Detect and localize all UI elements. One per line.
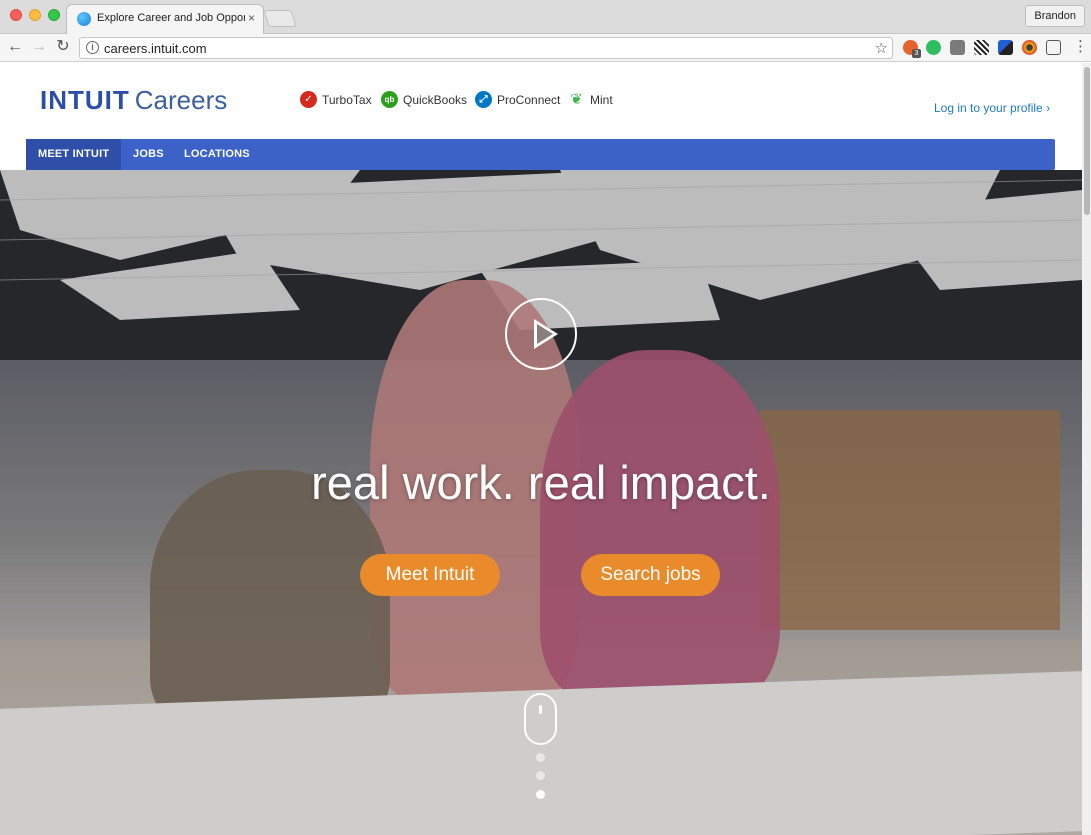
brand-link-turbotax[interactable]: ✓ TurboTax xyxy=(300,91,372,108)
tab-title: Explore Career and Job Oppor xyxy=(97,12,245,24)
brand-link-proconnect[interactable]: ⤢ ProConnect xyxy=(475,91,560,108)
page-scrollbar[interactable] xyxy=(1082,63,1091,835)
webpage: INTUIT Careers ✓ TurboTax qb QuickBooks ⤢… xyxy=(0,63,1082,835)
browser-titlebar: Explore Career and Job Oppor × Brandon xyxy=(0,0,1091,35)
mint-icon: ❦ xyxy=(570,91,583,108)
new-tab-button[interactable] xyxy=(263,10,297,27)
carousel-dot[interactable] xyxy=(536,771,545,780)
brand-link-mint[interactable]: ❦ Mint xyxy=(568,91,613,108)
nav-item-meet-intuit[interactable]: MEET INTUIT xyxy=(26,139,122,170)
brand-label: QuickBooks xyxy=(403,92,468,107)
scrollbar-thumb[interactable] xyxy=(1084,67,1090,215)
cast-icon[interactable] xyxy=(1046,40,1061,55)
search-jobs-button[interactable]: Search jobs xyxy=(581,554,720,596)
brand-link-quickbooks[interactable]: qb QuickBooks xyxy=(381,91,467,108)
carousel-dot[interactable] xyxy=(536,753,545,762)
browser-menu-icon[interactable]: ⋮ xyxy=(1073,38,1088,56)
site-info-icon[interactable]: i xyxy=(86,41,99,54)
carousel-dot-active[interactable] xyxy=(536,790,545,799)
nav-item-locations[interactable]: LOCATIONS xyxy=(172,139,262,170)
mouse-wheel xyxy=(539,705,542,714)
profile-button[interactable]: Brandon xyxy=(1025,5,1085,27)
logo-intuit-text: INTUIT xyxy=(40,85,130,115)
minimize-window-button[interactable] xyxy=(29,9,41,21)
scroll-down-mouse-icon[interactable] xyxy=(524,693,557,745)
extension-square-icon[interactable] xyxy=(950,40,965,55)
browser-toolbar: ← → ↻ i careers.intuit.com ☆ 3 ⋮ xyxy=(0,34,1091,62)
address-url[interactable]: careers.intuit.com xyxy=(104,41,207,56)
brand-label: TurboTax xyxy=(322,92,372,107)
play-video-button[interactable] xyxy=(505,298,577,370)
maximize-window-button[interactable] xyxy=(48,9,60,21)
hero-headline: real work. real impact. xyxy=(311,456,771,509)
play-icon xyxy=(534,319,558,349)
tab-close-icon[interactable]: × xyxy=(248,11,255,25)
intuit-careers-logo[interactable]: INTUIT Careers xyxy=(40,85,227,116)
close-window-button[interactable] xyxy=(10,9,22,21)
meet-intuit-button[interactable]: Meet Intuit xyxy=(360,554,500,596)
qr-code-extension-icon[interactable] xyxy=(974,40,989,55)
forward-arrow-icon[interactable]: → xyxy=(29,37,49,57)
turbotax-icon: ✓ xyxy=(300,91,317,108)
extension-badge-count: 3 xyxy=(912,49,921,58)
brand-label: ProConnect xyxy=(497,92,561,107)
login-profile-link[interactable]: Log in to your profile › xyxy=(934,101,1050,115)
reload-icon[interactable]: ↻ xyxy=(53,37,73,57)
intuit-favicon-icon xyxy=(77,12,91,26)
extension-window-icon[interactable] xyxy=(998,40,1013,55)
bookmark-star-icon[interactable]: ☆ xyxy=(875,39,888,57)
color-picker-extension-icon[interactable] xyxy=(1022,40,1037,55)
quickbooks-icon: qb xyxy=(381,91,398,108)
back-arrow-icon[interactable]: ← xyxy=(5,37,25,57)
brand-label: Mint xyxy=(590,92,613,107)
nav-item-jobs[interactable]: JOBS xyxy=(121,139,176,170)
proconnect-icon: ⤢ xyxy=(475,91,492,108)
extension-badge-icon[interactable]: 3 xyxy=(903,40,921,58)
hero-banner: real work. real impact. Meet Intuit Sear… xyxy=(0,170,1082,835)
main-navigation: MEET INTUIT JOBS LOCATIONS xyxy=(26,139,1055,170)
address-bar[interactable]: i careers.intuit.com ☆ xyxy=(79,37,893,59)
logo-careers-text: Careers xyxy=(134,85,228,115)
evernote-extension-icon[interactable] xyxy=(926,40,941,55)
browser-tab[interactable]: Explore Career and Job Oppor × xyxy=(66,4,264,35)
